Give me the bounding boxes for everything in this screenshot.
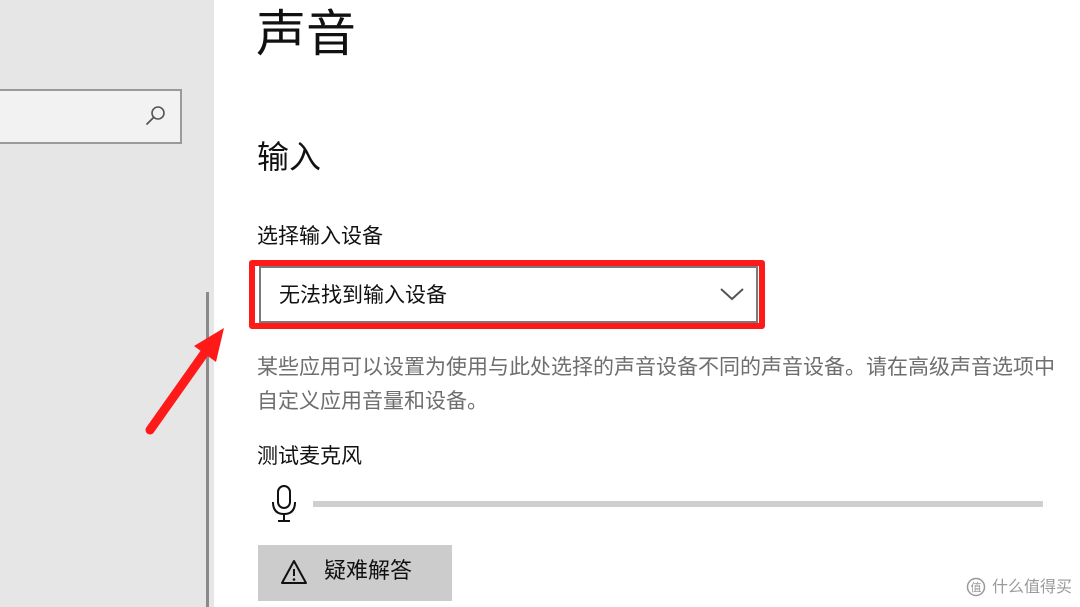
input-device-label: 选择输入设备 <box>257 224 383 248</box>
warning-icon <box>281 560 307 584</box>
page-title: 声音 <box>256 5 356 63</box>
microphone-icon <box>272 485 296 522</box>
input-device-select[interactable]: 无法找到输入设备 <box>259 266 758 323</box>
troubleshoot-label: 疑难解答 <box>324 559 413 584</box>
input-device-select-value: 无法找到输入设备 <box>279 283 447 307</box>
search-box[interactable] <box>0 89 182 144</box>
sidebar <box>0 0 214 607</box>
troubleshoot-button[interactable]: 疑难解答 <box>258 545 452 601</box>
chevron-down-icon <box>720 288 744 301</box>
section-title-input: 输入 <box>257 138 322 176</box>
watermark: 值 什么值得买 <box>966 577 1072 597</box>
scrollbar[interactable] <box>206 292 209 607</box>
watermark-logo-icon: 值 <box>966 577 986 597</box>
mic-level-meter <box>313 501 1043 507</box>
search-icon[interactable] <box>144 104 168 128</box>
search-input[interactable] <box>8 101 132 133</box>
input-device-description: 某些应用可以设置为使用与此处选择的声音设备不同的声音设备。请在高级声音选项中自定… <box>257 355 1055 413</box>
settings-window: 声音 输入 选择输入设备 无法找到输入设备 某些应用可以设置为使用与此处选择的声… <box>0 0 1080 607</box>
mic-test-label: 测试麦克风 <box>257 444 362 468</box>
watermark-text: 什么值得买 <box>991 577 1072 596</box>
svg-text:值: 值 <box>970 581 981 594</box>
